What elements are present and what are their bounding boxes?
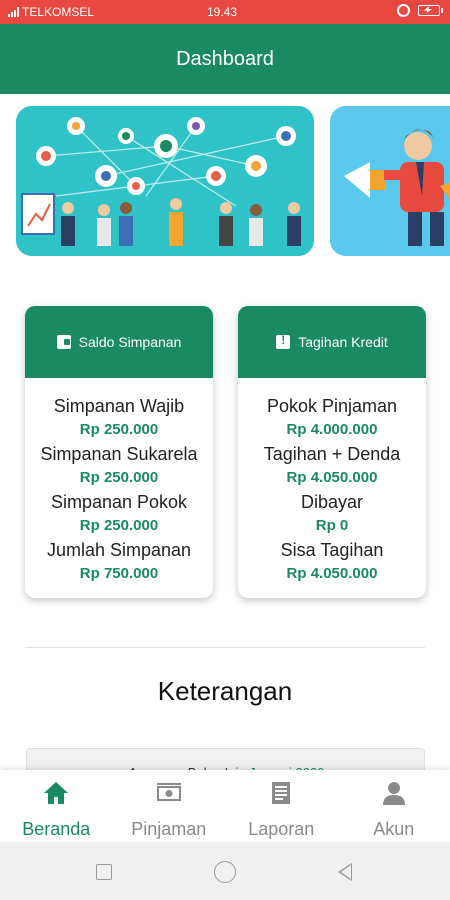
report-icon [272, 782, 291, 804]
carrier-name: TELKOMSEL [22, 5, 95, 19]
app-bar: Dashboard [0, 24, 450, 94]
row-label: Tagihan + Denda [263, 444, 401, 464]
person-icon [382, 782, 405, 805]
card-header: Tagihan Kredit [238, 306, 426, 378]
status-time: 19.43 [207, 5, 238, 19]
money-icon [156, 783, 181, 801]
nav-label: Akun [373, 819, 415, 839]
page-title: Dashboard [176, 47, 274, 70]
saldo-simpanan-card[interactable]: Saldo Simpanan Simpanan Wajib Rp 250.000… [25, 306, 213, 598]
home-button-icon[interactable] [214, 861, 236, 883]
card-title: Saldo Simpanan [78, 334, 182, 350]
row-value: Rp 250.000 [79, 517, 159, 534]
battery-charging-icon [418, 5, 443, 16]
row-label: Simpanan Pokok [50, 492, 188, 512]
row-label: Simpanan Sukarela [40, 444, 198, 464]
nav-item-pinjaman[interactable]: Pinjaman [113, 770, 226, 842]
row-value: Rp 250.000 [79, 469, 159, 486]
status-bar: TELKOMSEL 19.43 [0, 0, 450, 24]
home-icon [44, 782, 69, 804]
row-label: Sisa Tagihan [280, 540, 384, 560]
row-label: Simpanan Wajib [53, 396, 185, 416]
business-network-illustration [16, 106, 314, 256]
system-navigation-bar [0, 842, 450, 900]
wallet-icon [56, 335, 71, 349]
row-value: Rp 4.000.000 [286, 421, 378, 438]
status-left: TELKOMSEL [8, 5, 94, 19]
card-body: Pokok Pinjaman Rp 4.000.000 Tagihan + De… [238, 378, 426, 586]
clipboard-alert-icon [276, 333, 291, 349]
row-value: Rp 4.050.000 [286, 565, 378, 582]
row-label: Pokok Pinjaman [266, 396, 398, 416]
banner-megaphone[interactable] [330, 106, 450, 256]
row-label: Jumlah Simpanan [46, 540, 192, 560]
nav-item-laporan[interactable]: Laporan [225, 770, 338, 842]
card-header: Saldo Simpanan [25, 306, 213, 378]
row-value: Rp 750.000 [79, 565, 159, 582]
nav-label: Pinjaman [131, 819, 207, 839]
row-label: Dibayar [300, 492, 364, 512]
signal-icon [8, 7, 20, 17]
banner-business-network[interactable] [16, 106, 314, 256]
bottom-navigation: Beranda Pinjaman Laporan Akun [0, 770, 450, 842]
keterangan-title: Keterangan [157, 676, 293, 706]
nav-item-beranda[interactable]: Beranda [0, 770, 113, 842]
alarm-icon [397, 4, 410, 17]
row-value: Rp 4.050.000 [286, 469, 378, 486]
recent-apps-icon[interactable] [96, 864, 112, 880]
nav-item-akun[interactable]: Akun [338, 770, 450, 842]
row-value: Rp 250.000 [79, 421, 159, 438]
nav-label: Beranda [22, 819, 91, 839]
status-right [397, 4, 443, 17]
card-body: Simpanan Wajib Rp 250.000 Simpanan Sukar… [25, 378, 213, 586]
megaphone-man-illustration [330, 106, 450, 256]
card-title: Tagihan Kredit [298, 334, 388, 350]
nav-label: Laporan [248, 819, 315, 839]
divider [25, 647, 425, 648]
banner-carousel[interactable] [0, 94, 450, 274]
row-value: Rp 0 [315, 517, 349, 534]
tagihan-kredit-card[interactable]: Tagihan Kredit Pokok Pinjaman Rp 4.000.0… [238, 306, 426, 598]
back-icon[interactable] [338, 863, 352, 881]
